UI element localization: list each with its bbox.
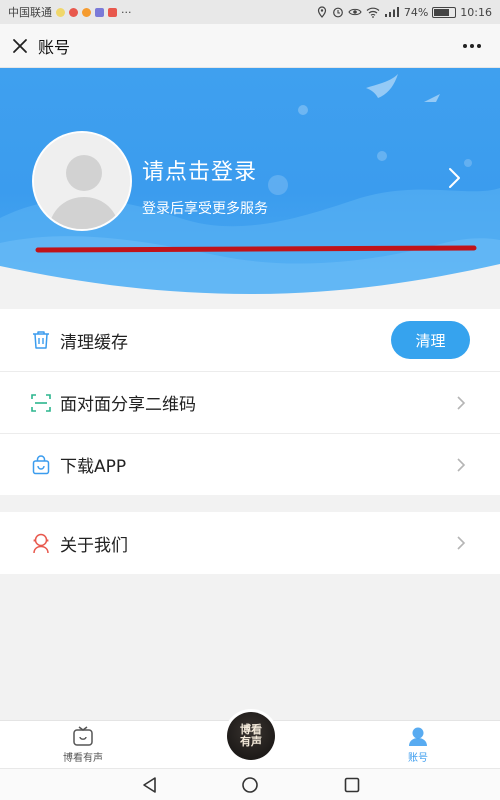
- more-notifications-text: ···: [121, 5, 132, 19]
- tv-box-icon: [73, 726, 93, 746]
- tab-account[interactable]: 账号: [378, 725, 458, 767]
- app-notification-icon: [82, 7, 91, 17]
- app-logo-text: 博看有声: [240, 723, 262, 748]
- settings-group-1: 清理缓存 清理 面对面分享二维码 下载APP: [0, 309, 500, 495]
- avatar[interactable]: [32, 131, 132, 231]
- notification-icon: [56, 7, 65, 17]
- clear-button[interactable]: 清理: [391, 321, 470, 359]
- shopping-bag-icon: [32, 454, 50, 474]
- more-dots-icon: [463, 44, 481, 48]
- status-left: 中国联通 ···: [8, 4, 132, 20]
- chevron-right-icon: [457, 458, 466, 472]
- location-icon: [317, 6, 326, 18]
- battery-percent: 74%: [403, 5, 429, 19]
- red-app-icon: [108, 7, 117, 17]
- tab-home-label: 博看有声: [63, 753, 103, 764]
- recents-square-icon[interactable]: [342, 775, 362, 795]
- close-icon: [13, 38, 27, 53]
- weibo-icon: [69, 7, 78, 17]
- clear-cache-row[interactable]: 清理缓存 清理: [0, 309, 500, 371]
- settings-group-2: 关于我们: [0, 512, 500, 574]
- home-circle-icon[interactable]: [240, 775, 260, 795]
- about-us-label: 关于我们: [60, 535, 128, 556]
- alarm-icon: [332, 7, 343, 18]
- title-bar: 账号: [0, 24, 500, 68]
- clock-time: 10:16: [460, 5, 492, 19]
- qr-share-row[interactable]: 面对面分享二维码: [0, 371, 500, 433]
- app-logo: 博看有声: [227, 712, 275, 760]
- bottom-tab-bar: 博看有声 博看有声 账号: [0, 709, 500, 768]
- login-banner[interactable]: 请点击登录 登录后享受更多服务: [0, 68, 500, 294]
- default-user-avatar-icon: [34, 133, 130, 229]
- login-subtitle: 登录后享受更多服务: [142, 201, 268, 217]
- status-right: 74% 10:16: [316, 6, 492, 19]
- chevron-right-icon: [457, 396, 466, 410]
- arrow-notification-icon: [95, 7, 104, 17]
- system-navigation-bar: [0, 768, 500, 800]
- user-support-icon: [33, 533, 49, 554]
- download-app-row[interactable]: 下载APP: [0, 433, 500, 495]
- eye-icon: [348, 8, 362, 16]
- close-button[interactable]: [2, 24, 38, 68]
- more-options-button[interactable]: [454, 24, 490, 68]
- chevron-right-icon: [457, 536, 466, 550]
- carrier-text: 中国联通: [8, 6, 52, 19]
- login-prompt[interactable]: 请点击登录: [142, 154, 257, 186]
- wifi-icon: [366, 7, 380, 18]
- page-title: 账号: [38, 37, 71, 57]
- center-logo-button[interactable]: 博看有声: [224, 709, 278, 763]
- qrcode-scan-icon: [31, 393, 51, 412]
- tab-home[interactable]: 博看有声: [43, 725, 123, 767]
- battery-icon: [432, 6, 457, 18]
- status-bar: 中国联通 ··· 74% 10:16: [0, 0, 500, 24]
- qr-share-label: 面对面分享二维码: [60, 395, 196, 415]
- about-us-row[interactable]: 关于我们: [0, 512, 500, 574]
- signal-icon: [384, 7, 399, 17]
- trash-icon: [33, 331, 49, 349]
- download-app-label: 下载APP: [60, 457, 127, 477]
- chevron-right-icon[interactable]: [442, 166, 466, 190]
- back-triangle-icon[interactable]: [140, 775, 160, 795]
- clear-cache-label: 清理缓存: [60, 332, 128, 353]
- user-account-icon: [409, 727, 427, 746]
- tab-account-label: 账号: [408, 753, 428, 764]
